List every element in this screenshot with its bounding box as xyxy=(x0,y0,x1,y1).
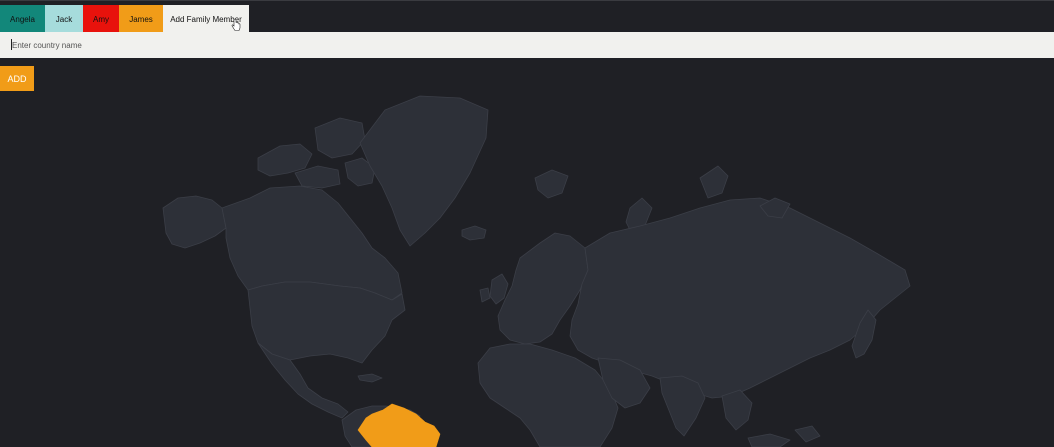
map-region[interactable] xyxy=(162,195,227,249)
map-region[interactable] xyxy=(699,165,729,199)
world-map xyxy=(162,95,911,447)
map-region[interactable] xyxy=(461,225,487,241)
tab-amy[interactable]: Amy xyxy=(83,5,119,33)
map-region[interactable] xyxy=(534,169,569,199)
family-tab-bar: Angela Jack Amy James Add Family Member xyxy=(0,0,1054,33)
tab-james[interactable]: James xyxy=(119,5,163,33)
tab-angela[interactable]: Angela xyxy=(0,5,45,33)
map-region[interactable] xyxy=(314,117,366,159)
map-region[interactable] xyxy=(479,287,491,303)
hand-cursor-icon xyxy=(231,19,241,31)
map-region[interactable] xyxy=(721,389,753,431)
country-name-input[interactable] xyxy=(0,32,1054,58)
text-caret xyxy=(11,39,12,50)
tab-label: James xyxy=(129,14,153,24)
map-region[interactable] xyxy=(794,425,821,443)
tab-label: Jack xyxy=(55,14,73,24)
map-region[interactable] xyxy=(659,375,706,437)
map-region[interactable] xyxy=(747,433,791,447)
map-region[interactable] xyxy=(357,373,383,383)
tab-label: Angela xyxy=(10,14,35,24)
tab-jack[interactable]: Jack xyxy=(45,5,83,33)
tab-label: Amy xyxy=(93,14,109,24)
map-region[interactable] xyxy=(359,95,489,247)
